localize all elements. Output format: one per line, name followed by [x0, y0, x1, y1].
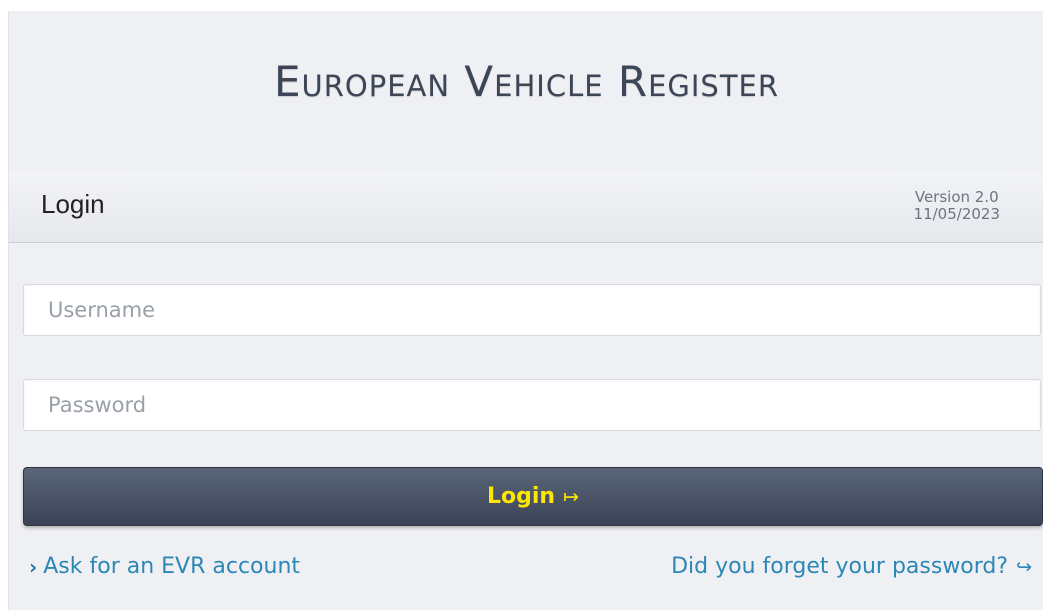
forgot-password-link[interactable]: Did you forget your password? ↪ [671, 554, 1032, 579]
chevron-right-icon: › [29, 554, 38, 579]
ask-account-label: Ask for an EVR account [43, 554, 301, 579]
login-button[interactable]: Login ↦ [23, 467, 1043, 526]
version-label: Version 2.0 [914, 188, 999, 206]
app-title: European Vehicle Register [273, 56, 780, 106]
ask-account-link[interactable]: › Ask for an EVR account [29, 554, 300, 579]
version-info: Version 2.0 11/05/2023 [914, 189, 1000, 223]
right-arrow-icon: ↦ [563, 485, 579, 508]
login-page: European Vehicle Register Login Version … [8, 11, 1043, 610]
login-panel-header: Login Version 2.0 11/05/2023 [9, 171, 1043, 243]
username-field[interactable] [23, 284, 1041, 336]
app-header: European Vehicle Register [9, 11, 1043, 161]
login-heading: Login [41, 189, 105, 219]
forgot-password-label: Did you forget your password? [671, 554, 1009, 579]
login-button-label: Login [486, 484, 556, 509]
version-date: 11/05/2023 [913, 205, 1000, 223]
password-field[interactable] [23, 379, 1041, 431]
return-arrow-icon: ↪ [1016, 555, 1032, 578]
